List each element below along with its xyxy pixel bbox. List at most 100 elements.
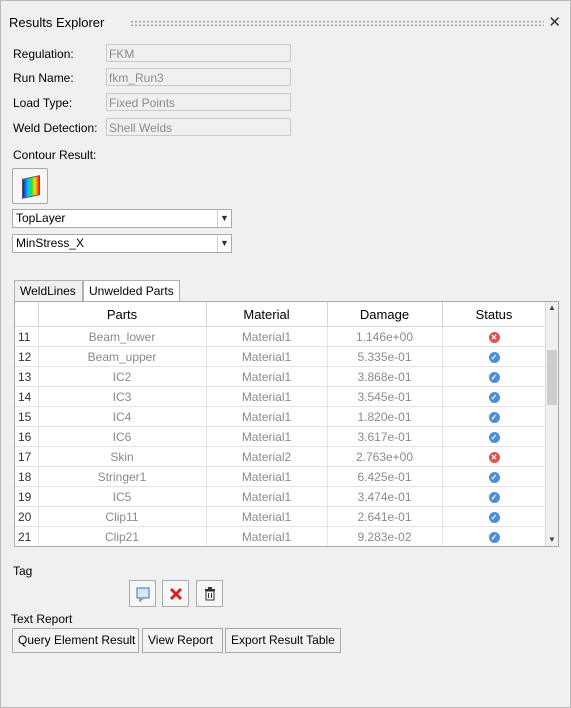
material-cell: Material1 — [206, 366, 328, 387]
damage-cell: 3.474e-01 — [327, 486, 443, 507]
material-cell: Material1 — [206, 526, 328, 546]
trash-icon — [204, 587, 215, 601]
status-fail-icon: ✕ — [488, 451, 500, 463]
weld-detection-field: Shell Welds — [106, 118, 291, 136]
material-cell: Material1 — [206, 466, 328, 487]
column-header-damage[interactable]: Damage — [327, 302, 443, 327]
column-header-material[interactable]: Material — [206, 302, 328, 327]
part-cell: IC5 — [38, 486, 207, 507]
material-cell: Material1 — [206, 547, 327, 548]
damage-cell: 3.617e-01 — [327, 426, 443, 447]
row-index-header — [15, 302, 39, 327]
row-index: 14 — [15, 386, 39, 407]
panel-header: Results Explorer ✕ — [9, 13, 565, 33]
layer-select-value: TopLayer — [16, 211, 66, 225]
scrollbar-thumb[interactable] — [547, 350, 557, 405]
chevron-down-icon[interactable]: ▼ — [217, 235, 231, 252]
tag-label: Tag — [13, 564, 33, 578]
drag-handle[interactable] — [130, 20, 544, 27]
tab-unwelded-parts[interactable]: Unwelded Parts — [83, 280, 180, 302]
export-result-table-button[interactable]: Export Result Table — [225, 628, 341, 653]
material-cell: Material1 — [206, 346, 328, 367]
text-report-label: Text Report — [11, 612, 73, 626]
parts-table: Parts Material Damage Status 11 Beam_lowe… — [14, 301, 559, 547]
table-row[interactable]: 18 Stringer1 Material1 6.425e-01 ✓ — [15, 466, 547, 487]
load-type-label: Load Type: — [13, 96, 73, 110]
regulation-label: Regulation: — [13, 47, 74, 61]
status-cell: ✓ — [442, 386, 547, 407]
row-index: 11 — [15, 326, 39, 347]
tag-note-icon — [136, 587, 149, 603]
damage-cell: 6.425e-01 — [327, 466, 443, 487]
status-cell: ✕ — [442, 326, 547, 347]
status-ok-icon: ✓ — [488, 491, 500, 503]
row-index: 19 — [15, 486, 39, 507]
chevron-down-icon[interactable]: ▼ — [217, 210, 231, 227]
contour-result-label: Contour Result: — [13, 148, 97, 162]
status-ok-icon: ✓ — [488, 431, 500, 443]
status-cell: ✓ — [442, 547, 546, 548]
damage-cell: 3.868e-01 — [327, 366, 443, 387]
damage-cell: 9.283e-02 — [327, 526, 443, 546]
status-ok-icon: ✓ — [488, 351, 500, 363]
row-index: 18 — [15, 466, 39, 487]
table-row[interactable]: 17 Skin Material2 2.763e+00 ✕ — [15, 446, 547, 467]
run-name-label: Run Name: — [13, 71, 74, 85]
tag-note-button[interactable] — [129, 580, 156, 607]
material-cell: Material1 — [206, 406, 328, 427]
status-cell: ✓ — [442, 526, 547, 546]
table-scrollbar[interactable]: ▲ ▼ — [545, 302, 558, 546]
column-header-status[interactable]: Status — [442, 302, 547, 327]
contour-plot-button[interactable] — [12, 168, 48, 204]
view-report-button[interactable]: View Report — [142, 628, 223, 653]
regulation-field: FKM — [106, 44, 291, 62]
status-ok-icon: ✓ — [488, 531, 500, 543]
material-cell: Material1 — [206, 426, 328, 447]
row-index: 16 — [15, 426, 39, 447]
table-row[interactable]: 15 IC4 Material1 1.820e-01 ✓ — [15, 406, 547, 427]
run-name-field: fkm_Run3 — [106, 68, 291, 86]
scroll-up-icon[interactable]: ▲ — [546, 302, 558, 314]
delete-tag-button[interactable] — [162, 580, 189, 607]
status-cell: ✓ — [442, 466, 547, 487]
part-cell: IC2 — [38, 366, 207, 387]
table-row[interactable]: 16 IC6 Material1 3.617e-01 ✓ — [15, 426, 547, 447]
table-row[interactable]: 22Clip31Material11.896e-01✓ — [15, 547, 546, 548]
layer-select[interactable]: TopLayer ▼ — [12, 209, 232, 228]
damage-cell: 2.641e-01 — [327, 506, 443, 527]
results-explorer-panel: Results Explorer ✕ Regulation: FKM Run N… — [0, 0, 571, 708]
query-element-result-button[interactable]: Query Element Result — [12, 628, 139, 653]
status-cell: ✓ — [442, 346, 547, 367]
material-cell: Material1 — [206, 326, 328, 347]
scroll-down-icon[interactable]: ▼ — [546, 534, 558, 546]
status-cell: ✕ — [442, 446, 547, 467]
part-cell: Clip11 — [38, 506, 207, 527]
column-header-parts[interactable]: Parts — [38, 302, 207, 327]
part-cell: Beam_upper — [38, 346, 207, 367]
table-row[interactable]: 12 Beam_upper Material1 5.335e-01 ✓ — [15, 346, 547, 367]
part-cell: Skin — [38, 446, 207, 467]
status-fail-icon: ✕ — [488, 331, 500, 343]
table-row[interactable]: 19 IC5 Material1 3.474e-01 ✓ — [15, 486, 547, 507]
delete-tag-icon — [169, 587, 182, 601]
row-index: 20 — [15, 506, 39, 527]
trash-button[interactable] — [196, 580, 223, 607]
table-row[interactable]: 20 Clip11 Material1 2.641e-01 ✓ — [15, 506, 547, 527]
damage-cell: 5.335e-01 — [327, 346, 443, 367]
tab-weldlines[interactable]: WeldLines — [14, 280, 83, 301]
part-cell: IC3 — [38, 386, 207, 407]
material-cell: Material1 — [206, 386, 328, 407]
row-index: 13 — [15, 366, 39, 387]
table-row[interactable]: 21 Clip21 Material1 9.283e-02 ✓ — [15, 526, 547, 546]
stress-select[interactable]: MinStress_X ▼ — [12, 234, 232, 253]
table-row[interactable]: 11 Beam_lower Material1 1.146e+00 ✕ — [15, 326, 547, 347]
close-icon[interactable]: ✕ — [548, 13, 561, 31]
table-row[interactable]: 14 IC3 Material1 3.545e-01 ✓ — [15, 386, 547, 407]
row-index: 15 — [15, 406, 39, 427]
damage-cell: 1.896e-01 — [327, 547, 442, 548]
part-cell: IC4 — [38, 406, 207, 427]
part-cell: Clip21 — [38, 526, 207, 546]
status-ok-icon: ✓ — [488, 471, 500, 483]
status-ok-icon: ✓ — [488, 411, 500, 423]
table-row[interactable]: 13 IC2 Material1 3.868e-01 ✓ — [15, 366, 547, 387]
